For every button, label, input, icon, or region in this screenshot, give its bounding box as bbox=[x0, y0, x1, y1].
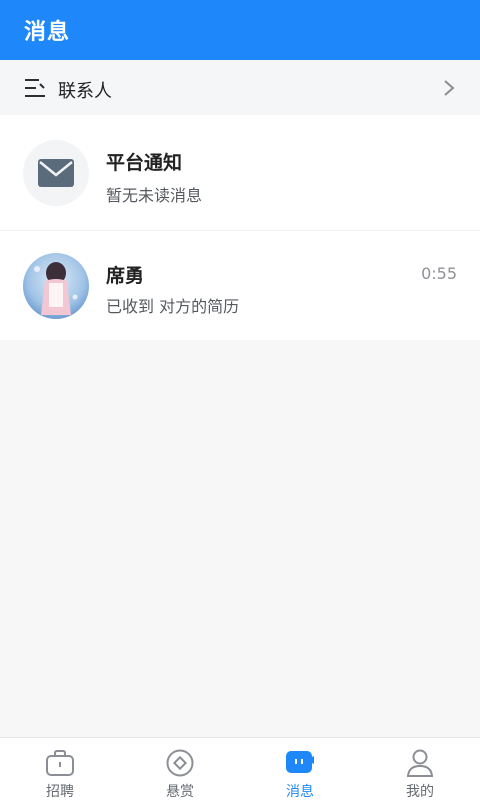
bottom-tab-bar: 招聘 悬赏 消息 我的 bbox=[0, 737, 480, 800]
reward-icon bbox=[166, 749, 194, 777]
list-item-platform-notice[interactable]: 平台通知 暂无未读消息 bbox=[0, 115, 480, 230]
tab-reward[interactable]: 悬赏 bbox=[120, 738, 240, 800]
message-title: 席勇 bbox=[106, 265, 145, 287]
avatar bbox=[23, 253, 89, 319]
chat-icon bbox=[286, 751, 314, 773]
tab-profile[interactable]: 我的 bbox=[360, 738, 480, 800]
tab-label: 悬赏 bbox=[166, 784, 194, 800]
tab-messages[interactable]: 消息 bbox=[240, 738, 360, 800]
app-header: 消息 bbox=[0, 0, 480, 60]
tab-label: 消息 bbox=[286, 784, 314, 800]
message-time: 0:55 bbox=[421, 264, 457, 283]
message-title: 平台通知 bbox=[106, 152, 183, 174]
message-preview: 暂无未读消息 bbox=[106, 186, 203, 205]
message-preview: 已收到 对方的简历 bbox=[106, 297, 240, 316]
contacts-label: 联系人 bbox=[58, 81, 112, 102]
tab-label: 招聘 bbox=[46, 784, 74, 800]
mail-icon bbox=[38, 159, 74, 187]
page-title: 消息 bbox=[24, 20, 71, 45]
user-photo bbox=[34, 262, 78, 315]
notice-avatar bbox=[23, 140, 89, 206]
list-item-chat[interactable]: 席勇 0:55 已收到 对方的简历 bbox=[0, 230, 480, 340]
chevron-right-icon bbox=[444, 80, 455, 96]
briefcase-icon bbox=[46, 750, 74, 776]
tab-label: 我的 bbox=[406, 784, 434, 800]
message-list: 平台通知 暂无未读消息 席勇 0:55 已收到 对方的简历 bbox=[0, 115, 480, 340]
tab-recruit[interactable]: 招聘 bbox=[0, 738, 120, 800]
contacts-entry[interactable]: 联系人 bbox=[0, 60, 480, 115]
profile-icon bbox=[406, 749, 434, 777]
contacts-list-icon bbox=[25, 79, 45, 97]
